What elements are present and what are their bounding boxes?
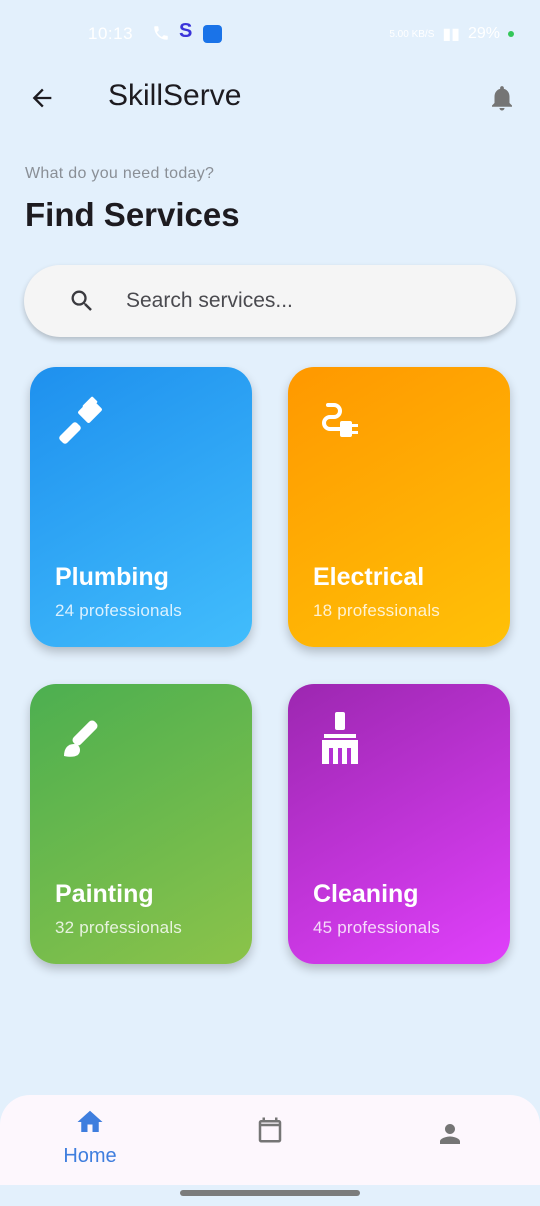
search-input[interactable]: [126, 281, 486, 321]
service-name: Plumbing: [55, 563, 169, 591]
home-icon: [77, 1110, 103, 1132]
network-speed: 5.00 KB/S: [389, 28, 435, 40]
notifications-button[interactable]: [482, 78, 522, 118]
nav-label-home: Home: [63, 1145, 117, 1167]
battery-level: 29%: [467, 25, 500, 42]
service-card-plumbing[interactable]: Plumbing 24 professionals: [30, 367, 252, 647]
status-time: 10:13: [88, 24, 134, 43]
service-name: Electrical: [313, 563, 425, 591]
status-bar: 10:13 S 5.00 KB/S ▮▮ 29%: [0, 0, 540, 70]
back-button[interactable]: [22, 78, 62, 118]
signal-icon: ▮▮: [442, 26, 460, 43]
phone-icon: [154, 26, 168, 40]
person-icon: [440, 1124, 460, 1144]
page-title: Find Services: [25, 196, 240, 233]
home-indicator: [180, 1190, 360, 1196]
status-right: 5.00 KB/S ▮▮ 29%: [389, 24, 514, 44]
search-bar[interactable]: [24, 265, 516, 337]
service-count: 24 professionals: [55, 601, 182, 620]
brush-icon: [64, 720, 98, 757]
wrench-icon: [59, 396, 102, 444]
s-app-icon: S: [179, 20, 193, 42]
service-name: Cleaning: [313, 880, 419, 908]
arrow-back-icon: [32, 88, 52, 108]
plug-icon: [322, 403, 358, 437]
nav-item-calendar[interactable]: [180, 1095, 360, 1185]
service-name: Painting: [55, 880, 154, 908]
nav-item-profile[interactable]: [360, 1095, 540, 1185]
nav-item-home[interactable]: Home: [0, 1095, 180, 1185]
service-card-painting[interactable]: Painting 32 professionals: [30, 684, 252, 964]
android-app-icon: [203, 25, 222, 43]
search-icon: [71, 290, 92, 311]
service-card-electrical[interactable]: Electrical 18 professionals: [288, 367, 510, 647]
app-bar: SkillServe: [0, 70, 540, 126]
page-subtitle: What do you need today?: [25, 165, 215, 182]
broom-icon: [322, 712, 358, 764]
service-count: 18 professionals: [313, 601, 440, 620]
service-count: 45 professionals: [313, 918, 440, 937]
calendar-icon: [258, 1117, 282, 1143]
app-title: SkillServe: [108, 79, 242, 112]
bell-icon: [492, 86, 512, 111]
bottom-navigation: Home: [0, 1095, 540, 1185]
service-card-cleaning[interactable]: Cleaning 45 professionals: [288, 684, 510, 964]
service-count: 32 professionals: [55, 918, 182, 937]
privacy-dot: [508, 31, 514, 37]
